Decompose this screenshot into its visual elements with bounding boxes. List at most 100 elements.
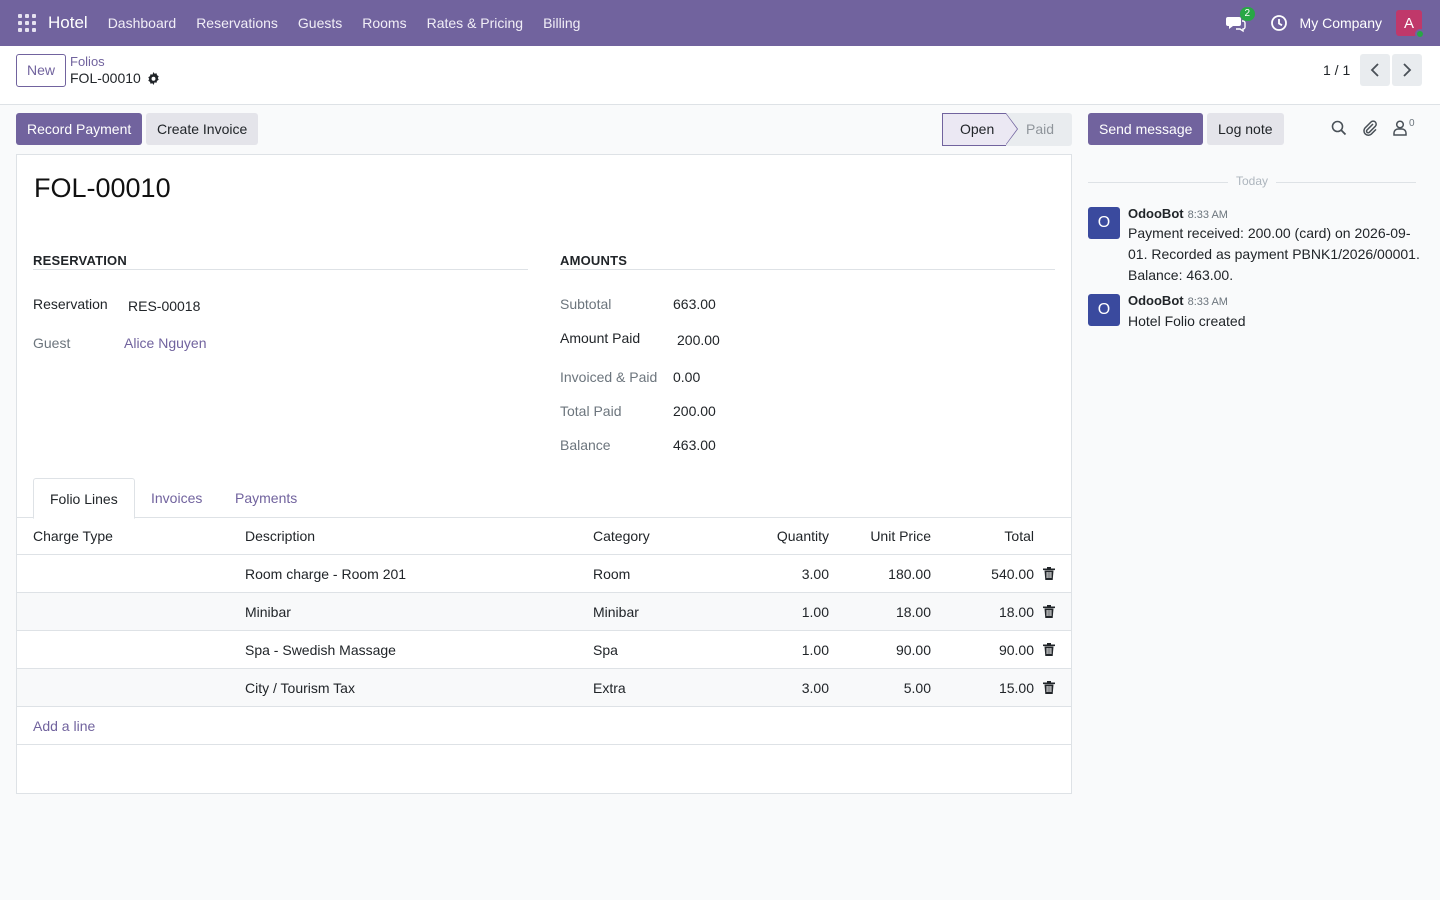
notebook-tabs: Folio Lines Invoices Payments [17, 478, 1071, 519]
separator-line-left [1088, 182, 1228, 183]
cell-total: 18.00 [998, 604, 1034, 620]
subtotal-value: 663.00 [673, 296, 716, 312]
menu-rates-pricing[interactable]: Rates & Pricing [417, 0, 533, 46]
cell-category: Room [593, 566, 631, 582]
table-row[interactable]: Spa - Swedish Massage Spa 1.00 90.00 90.… [17, 631, 1071, 669]
menu-dashboard[interactable]: Dashboard [98, 0, 187, 46]
amounts-group-title: AMOUNTS [560, 253, 628, 268]
cell-quantity: 3.00 [801, 680, 829, 696]
cell-unit-price: 18.00 [895, 604, 931, 620]
form-sheet: FOL-00010 RESERVATION Reservation RES-00… [16, 154, 1072, 794]
amounts-group-divider [560, 269, 1055, 270]
column-description[interactable]: Description [245, 528, 315, 544]
record-payment-button[interactable]: Record Payment [16, 113, 143, 145]
table-row[interactable]: Room charge - Room 201 Room 3.00 180.00 … [17, 555, 1071, 593]
pager-next-button[interactable] [1392, 54, 1422, 86]
total-paid-label: Total Paid [560, 403, 622, 419]
cell-total: 90.00 [998, 642, 1034, 658]
add-line-row: Add a line [17, 707, 1071, 745]
log-note-button[interactable]: Log note [1207, 113, 1284, 145]
chevron-left-icon [1370, 63, 1379, 77]
message-header: OdooBot 8:33 AM [1128, 206, 1228, 221]
add-line-link[interactable]: Add a line [33, 718, 95, 734]
message-author[interactable]: OdooBot [1128, 206, 1184, 221]
total-paid-value: 200.00 [673, 403, 716, 419]
cell-description: City / Tourism Tax [245, 680, 355, 696]
activity-clock-icon[interactable] [1270, 14, 1288, 32]
column-category[interactable]: Category [593, 528, 650, 544]
date-separator: Today [1088, 174, 1416, 190]
amount-paid-input[interactable]: 200.00 [677, 332, 720, 348]
breadcrumb-current: FOL-00010 [70, 70, 160, 86]
message-time: 8:33 AM [1187, 296, 1228, 308]
message-header: OdooBot 8:33 AM [1128, 293, 1228, 308]
cell-category: Minibar [593, 604, 639, 620]
breadcrumb-parent[interactable]: Folios [70, 54, 105, 69]
tab-payments[interactable]: Payments [235, 478, 297, 518]
message-body: Payment received: 200.00 (card) on 2026-… [1128, 225, 1420, 283]
cell-category: Spa [593, 642, 618, 658]
column-charge-type[interactable]: Charge Type [33, 528, 113, 544]
tab-folio-lines[interactable]: Folio Lines [33, 478, 135, 519]
top-navbar: Hotel Dashboard Reservations Guests Room… [0, 0, 1440, 46]
trash-icon[interactable] [1043, 605, 1055, 618]
cell-unit-price: 180.00 [888, 566, 931, 582]
company-switcher[interactable]: My Company [1300, 15, 1382, 31]
guest-link[interactable]: Alice Nguyen [124, 335, 207, 351]
chat-count-badge: 2 [1239, 7, 1256, 21]
cell-description: Spa - Swedish Massage [245, 642, 396, 658]
apps-grid-icon[interactable] [18, 14, 36, 32]
pager-previous-button[interactable] [1360, 54, 1390, 86]
gear-icon[interactable] [147, 71, 160, 85]
menu-billing[interactable]: Billing [533, 0, 590, 46]
balance-label: Balance [560, 437, 611, 453]
control-panel: New Folios FOL-00010 1 / 1 [0, 46, 1440, 105]
status-stage-open[interactable]: Open [942, 113, 1018, 146]
create-invoice-button[interactable]: Create Invoice [146, 113, 259, 145]
paperclip-icon[interactable] [1362, 120, 1380, 138]
message-author-avatar[interactable]: O [1088, 207, 1120, 239]
messaging-icon[interactable]: 2 [1225, 7, 1256, 33]
invoiced-paid-value: 0.00 [673, 369, 701, 385]
date-separator-label: Today [1236, 174, 1269, 188]
trash-icon[interactable] [1043, 681, 1055, 694]
subtotal-label: Subtotal [560, 296, 612, 312]
table-row[interactable]: City / Tourism Tax Extra 3.00 5.00 15.00 [17, 669, 1071, 707]
follower-count: 0 [1409, 118, 1415, 129]
menu-reservations[interactable]: Reservations [186, 0, 288, 46]
folio-lines-table: Charge Type Description Category Quantit… [17, 518, 1071, 745]
column-unit-price[interactable]: Unit Price [831, 528, 931, 544]
menu-guests[interactable]: Guests [288, 0, 352, 46]
cell-description: Room charge - Room 201 [245, 566, 407, 582]
invoiced-paid-label: Invoiced & Paid [560, 369, 658, 385]
cell-unit-price: 5.00 [903, 680, 931, 696]
new-button[interactable]: New [16, 54, 67, 87]
tab-invoices[interactable]: Invoices [151, 478, 202, 518]
trash-icon[interactable] [1043, 643, 1055, 656]
balance-value: 463.00 [673, 437, 716, 453]
message-author-avatar[interactable]: O [1088, 294, 1120, 326]
amount-paid-label: Amount Paid [560, 330, 641, 346]
pager-value[interactable]: 1 / 1 [1323, 62, 1350, 78]
search-icon[interactable] [1331, 120, 1349, 138]
online-status-dot [1415, 29, 1425, 39]
chevron-right-icon [1403, 63, 1412, 77]
guest-label: Guest [33, 335, 71, 351]
cell-description: Minibar [245, 604, 291, 620]
separator-line-right [1276, 182, 1416, 183]
table-header-row: Charge Type Description Category Quantit… [17, 518, 1071, 555]
message-time: 8:33 AM [1187, 209, 1228, 221]
cell-quantity: 1.00 [801, 642, 829, 658]
column-total[interactable]: Total [934, 528, 1034, 544]
menu-rooms[interactable]: Rooms [352, 0, 416, 46]
app-brand[interactable]: Hotel [48, 13, 88, 33]
cell-category: Extra [593, 680, 626, 696]
user-avatar[interactable]: A [1396, 10, 1425, 39]
send-message-button[interactable]: Send message [1088, 113, 1204, 145]
reservation-value[interactable]: RES-00018 [128, 298, 200, 314]
trash-icon[interactable] [1043, 567, 1055, 580]
message-author[interactable]: OdooBot [1128, 293, 1184, 308]
message-body: Hotel Folio created [1128, 313, 1246, 329]
table-row[interactable]: Minibar Minibar 1.00 18.00 18.00 [17, 593, 1071, 631]
column-quantity[interactable]: Quantity [729, 528, 829, 544]
